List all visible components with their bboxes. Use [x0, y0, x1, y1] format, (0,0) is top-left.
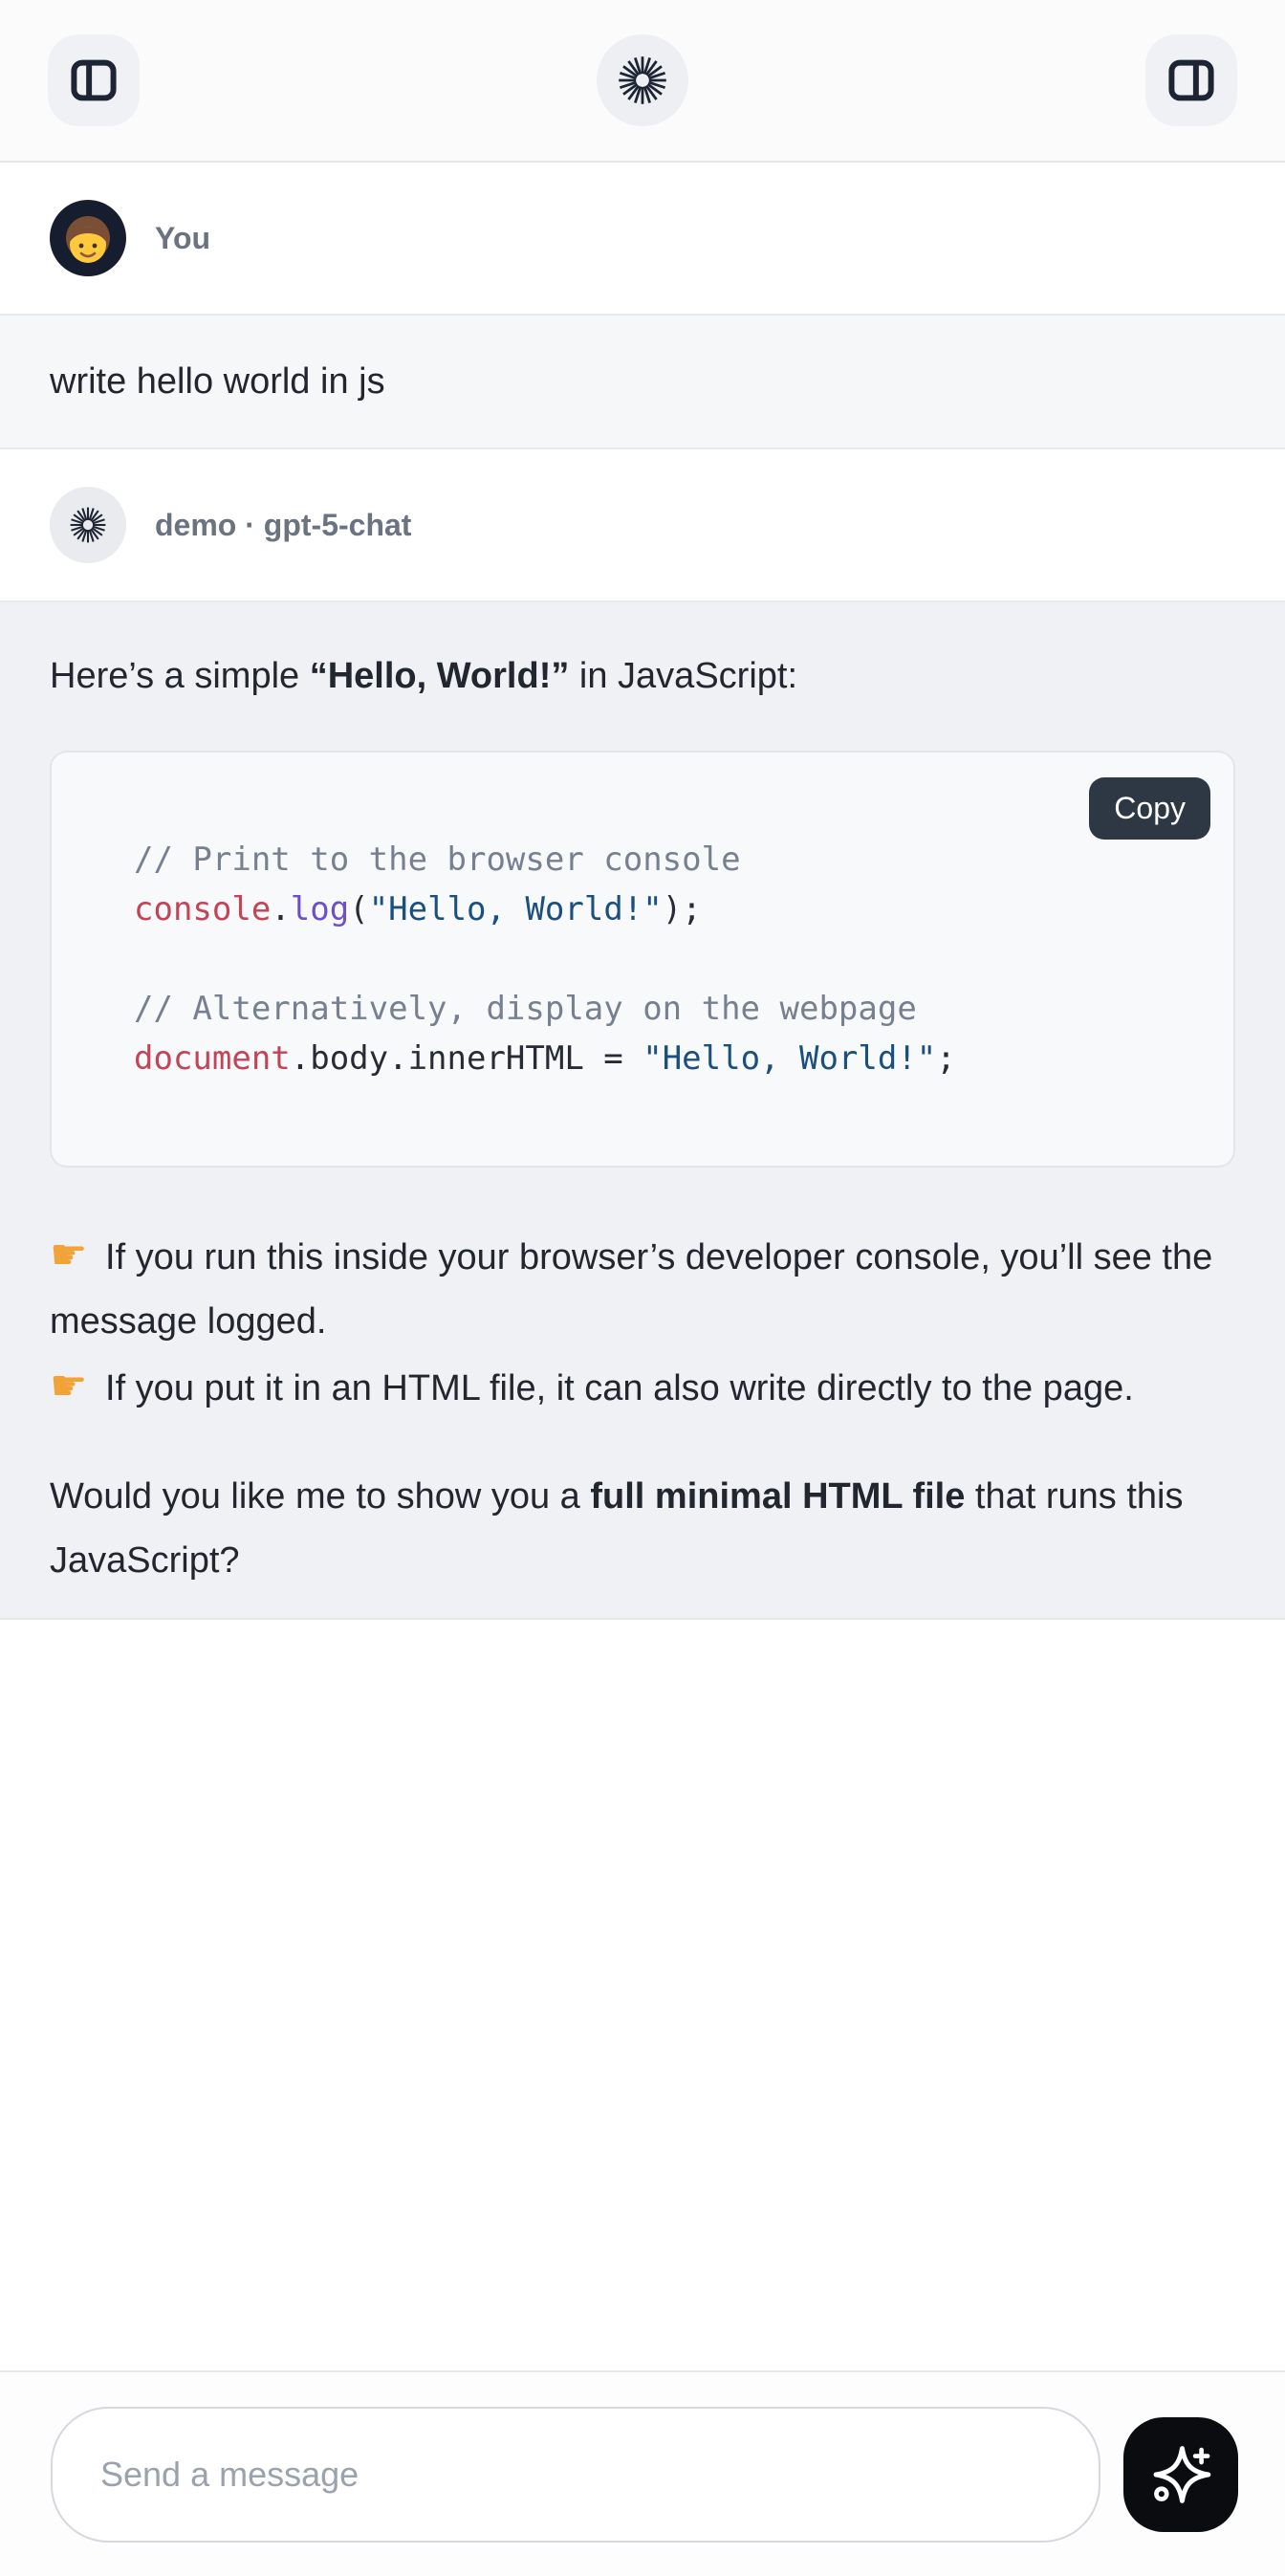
composer-bar	[0, 2370, 1285, 2576]
point-right-icon: ☛	[50, 1232, 87, 1278]
app-logo-button[interactable]	[597, 34, 688, 126]
user-message-header: You	[0, 163, 1285, 314]
sidebar-toggle-button[interactable]	[48, 34, 140, 126]
right-panel-toggle-button[interactable]	[1145, 34, 1237, 126]
code-block: Copy // Print to the browser consolecons…	[50, 751, 1235, 1168]
assistant-avatar	[50, 487, 126, 563]
message-input[interactable]	[51, 2407, 1100, 2543]
assistant-intro: Here’s a simple “Hello, World!” in JavaS…	[50, 644, 1235, 709]
user-message-text: write hello world in js	[50, 361, 1235, 402]
user-sender-label: You	[155, 221, 210, 256]
user-message-bubble: write hello world in js	[0, 314, 1285, 449]
sparkle-icon	[1146, 2440, 1215, 2509]
panel-left-icon	[69, 55, 119, 105]
assistant-message-header: demo · gpt-5-chat	[0, 449, 1285, 600]
assistant-paragraph: Would you like me to show you a full min…	[50, 1465, 1235, 1593]
starburst-icon	[66, 503, 110, 547]
code-content: // Print to the browser consoleconsole.l…	[134, 835, 1195, 1083]
assistant-model-label: demo · gpt-5-chat	[155, 508, 411, 543]
assistant-paragraph: ☛ If you run this inside your browser’s …	[50, 1223, 1235, 1421]
user-avatar	[50, 200, 126, 276]
starburst-icon	[613, 51, 672, 110]
assistant-paragraphs: ☛ If you run this inside your browser’s …	[50, 1223, 1235, 1593]
person-emoji-icon	[50, 200, 126, 276]
send-button[interactable]	[1123, 2417, 1238, 2532]
chat-thread: You write hello world in js demo · gpt-5…	[0, 163, 1285, 1620]
point-right-icon: ☛	[50, 1363, 87, 1409]
panel-right-icon	[1166, 55, 1216, 105]
top-bar	[0, 0, 1285, 163]
assistant-message-bubble: Here’s a simple “Hello, World!” in JavaS…	[0, 600, 1285, 1620]
copy-button[interactable]: Copy	[1089, 777, 1210, 840]
chat-app: You write hello world in js demo · gpt-5…	[0, 0, 1285, 1620]
